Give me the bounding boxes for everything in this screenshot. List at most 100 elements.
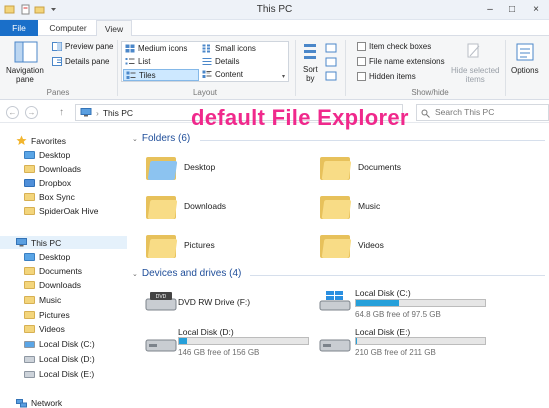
drive-icon: [24, 355, 35, 363]
nav-pc-documents[interactable]: Documents: [24, 266, 82, 276]
search-icon: [421, 109, 430, 118]
layout-medium-icons[interactable]: Medium icons: [125, 44, 187, 53]
close-button[interactable]: ×: [523, 0, 549, 18]
up-button[interactable]: ↑: [55, 106, 68, 119]
nav-pc-pictures[interactable]: Pictures: [24, 310, 70, 320]
nav-pc-videos[interactable]: Videos: [24, 324, 65, 334]
file-name-extensions-checkbox[interactable]: [357, 57, 366, 66]
item-check-boxes-checkbox[interactable]: [357, 42, 366, 51]
hard-drive-icon[interactable]: [144, 332, 178, 354]
hidden-items-label: Hidden items: [369, 72, 416, 81]
forward-button[interactable]: →: [25, 106, 38, 119]
folder-tile-downloads[interactable]: Downloads: [146, 193, 226, 219]
drive-usage-fill-c: [356, 300, 400, 306]
folders-section-label: Folders (6): [141, 133, 191, 144]
drive-name-e[interactable]: Local Disk (E:): [355, 327, 410, 337]
group-by-icons[interactable]: [324, 42, 338, 82]
nav-fav-downloads[interactable]: Downloads: [24, 164, 81, 174]
layout-details[interactable]: Details: [202, 57, 239, 66]
nav-pc-disk-e[interactable]: Local Disk (E:): [24, 369, 94, 379]
nav-pc-disk-d[interactable]: Local Disk (D:): [24, 354, 95, 364]
nav-pc-music[interactable]: Music: [24, 295, 61, 305]
hide-selected-button[interactable]: Hide selected items: [451, 66, 499, 84]
downloads-icon: [24, 281, 35, 289]
search-input[interactable]: Search This PC: [416, 104, 549, 121]
nav-fav-box-sync[interactable]: Box Sync: [24, 192, 75, 202]
nav-network-label: Network: [31, 398, 63, 408]
nav-pc-disk-c[interactable]: Local Disk (C:): [24, 339, 95, 349]
drive-name-c[interactable]: Local Disk (C:): [355, 288, 411, 298]
nav-this-pc[interactable]: This PC: [0, 236, 127, 249]
drive-icon: [24, 370, 35, 378]
drive-name-d[interactable]: Local Disk (D:): [178, 327, 234, 337]
layout-list[interactable]: List: [125, 57, 150, 66]
folder-icon: [320, 154, 352, 180]
layout-small-icons[interactable]: Small icons: [202, 44, 256, 53]
nav-network[interactable]: Network: [16, 398, 62, 408]
tab-computer[interactable]: Computer: [42, 20, 94, 36]
nav-item-label: Desktop: [39, 150, 71, 160]
collapse-chevron-icon: ⌄: [132, 135, 138, 143]
item-check-boxes-toggle[interactable]: Item check boxes: [357, 42, 431, 51]
layout-group-label: Layout: [192, 88, 218, 97]
list-label: List: [138, 57, 151, 66]
layout-content[interactable]: Content: [202, 70, 243, 79]
folder-tile-music[interactable]: Music: [320, 193, 380, 219]
details-view-icon: [202, 58, 212, 65]
system-drive-icon[interactable]: [318, 290, 352, 312]
pictures-icon: [24, 311, 35, 319]
folder-tile-documents[interactable]: Documents: [320, 154, 401, 180]
nav-item-label: Dropbox: [39, 178, 72, 188]
medium-icons-label: Medium icons: [138, 44, 188, 53]
navigation-pane-button[interactable]: Navigation pane: [6, 66, 44, 84]
folder-name: Videos: [358, 240, 384, 250]
folders-section-header[interactable]: ⌄ Folders (6): [132, 133, 190, 144]
videos-icon: [24, 325, 35, 333]
tab-view[interactable]: View: [96, 20, 132, 37]
file-name-extensions-toggle[interactable]: File name extensions: [357, 57, 445, 66]
drive-name-dvd[interactable]: DVD RW Drive (F:): [178, 297, 250, 307]
back-button[interactable]: ←: [6, 106, 19, 119]
folder-tile-videos[interactable]: Videos: [320, 232, 384, 258]
options-button[interactable]: Options: [511, 66, 539, 75]
hidden-items-toggle[interactable]: Hidden items: [357, 72, 416, 81]
nav-fav-desktop[interactable]: Desktop: [24, 150, 70, 160]
details-pane-button[interactable]: Details pane: [52, 57, 109, 66]
nav-item-label: Downloads: [39, 280, 82, 290]
nav-item-label: Music: [39, 295, 62, 305]
dvd-drive-icon[interactable]: DVD: [144, 290, 178, 312]
devices-section-header[interactable]: ⌄ Devices and drives (4): [132, 268, 241, 279]
nav-favorites-label: Favorites: [31, 135, 66, 146]
medium-icons-icon: [125, 44, 135, 53]
sort-by-label: Sort: [303, 65, 318, 74]
svg-text:DVD: DVD: [156, 294, 167, 300]
breadcrumb-this-pc[interactable]: This PC: [103, 108, 133, 118]
layout-tiles[interactable]: Tiles: [123, 69, 199, 81]
hidden-items-checkbox[interactable]: [357, 72, 366, 81]
folder-tile-pictures[interactable]: Pictures: [146, 232, 215, 258]
details-label: Details: [215, 57, 240, 66]
folder-tile-desktop[interactable]: Desktop: [146, 154, 215, 180]
hard-drive-icon[interactable]: [318, 332, 352, 354]
ribbon-divider: [505, 40, 506, 96]
nav-fav-dropbox[interactable]: Dropbox: [24, 178, 71, 188]
nav-pc-desktop[interactable]: Desktop: [24, 252, 70, 262]
nav-item-label: Desktop: [39, 252, 71, 262]
file-name-extensions-label: File name extensions: [369, 57, 445, 66]
sort-by-button[interactable]: Sort by: [303, 65, 318, 83]
drive-free-e: 210 GB free of 211 GB: [355, 348, 436, 357]
panes-group-label: Panes: [46, 88, 70, 97]
box-sync-icon: [24, 193, 35, 201]
preview-pane-button[interactable]: Preview pane: [52, 42, 113, 51]
window-title: This PC: [256, 4, 293, 15]
breadcrumb-separator: ›: [96, 107, 99, 118]
drive-usage-bar-d: [178, 337, 309, 345]
layout-expand-icon[interactable]: ▾: [282, 73, 285, 80]
nav-favorites[interactable]: Favorites: [16, 135, 66, 146]
nav-fav-spideroak[interactable]: SpiderOak Hive: [24, 206, 99, 216]
section-divider: [200, 140, 545, 141]
maximize-button[interactable]: □: [501, 0, 523, 18]
tab-file[interactable]: File: [0, 20, 38, 36]
nav-pc-downloads[interactable]: Downloads: [24, 280, 81, 290]
minimize-button[interactable]: –: [479, 0, 501, 18]
